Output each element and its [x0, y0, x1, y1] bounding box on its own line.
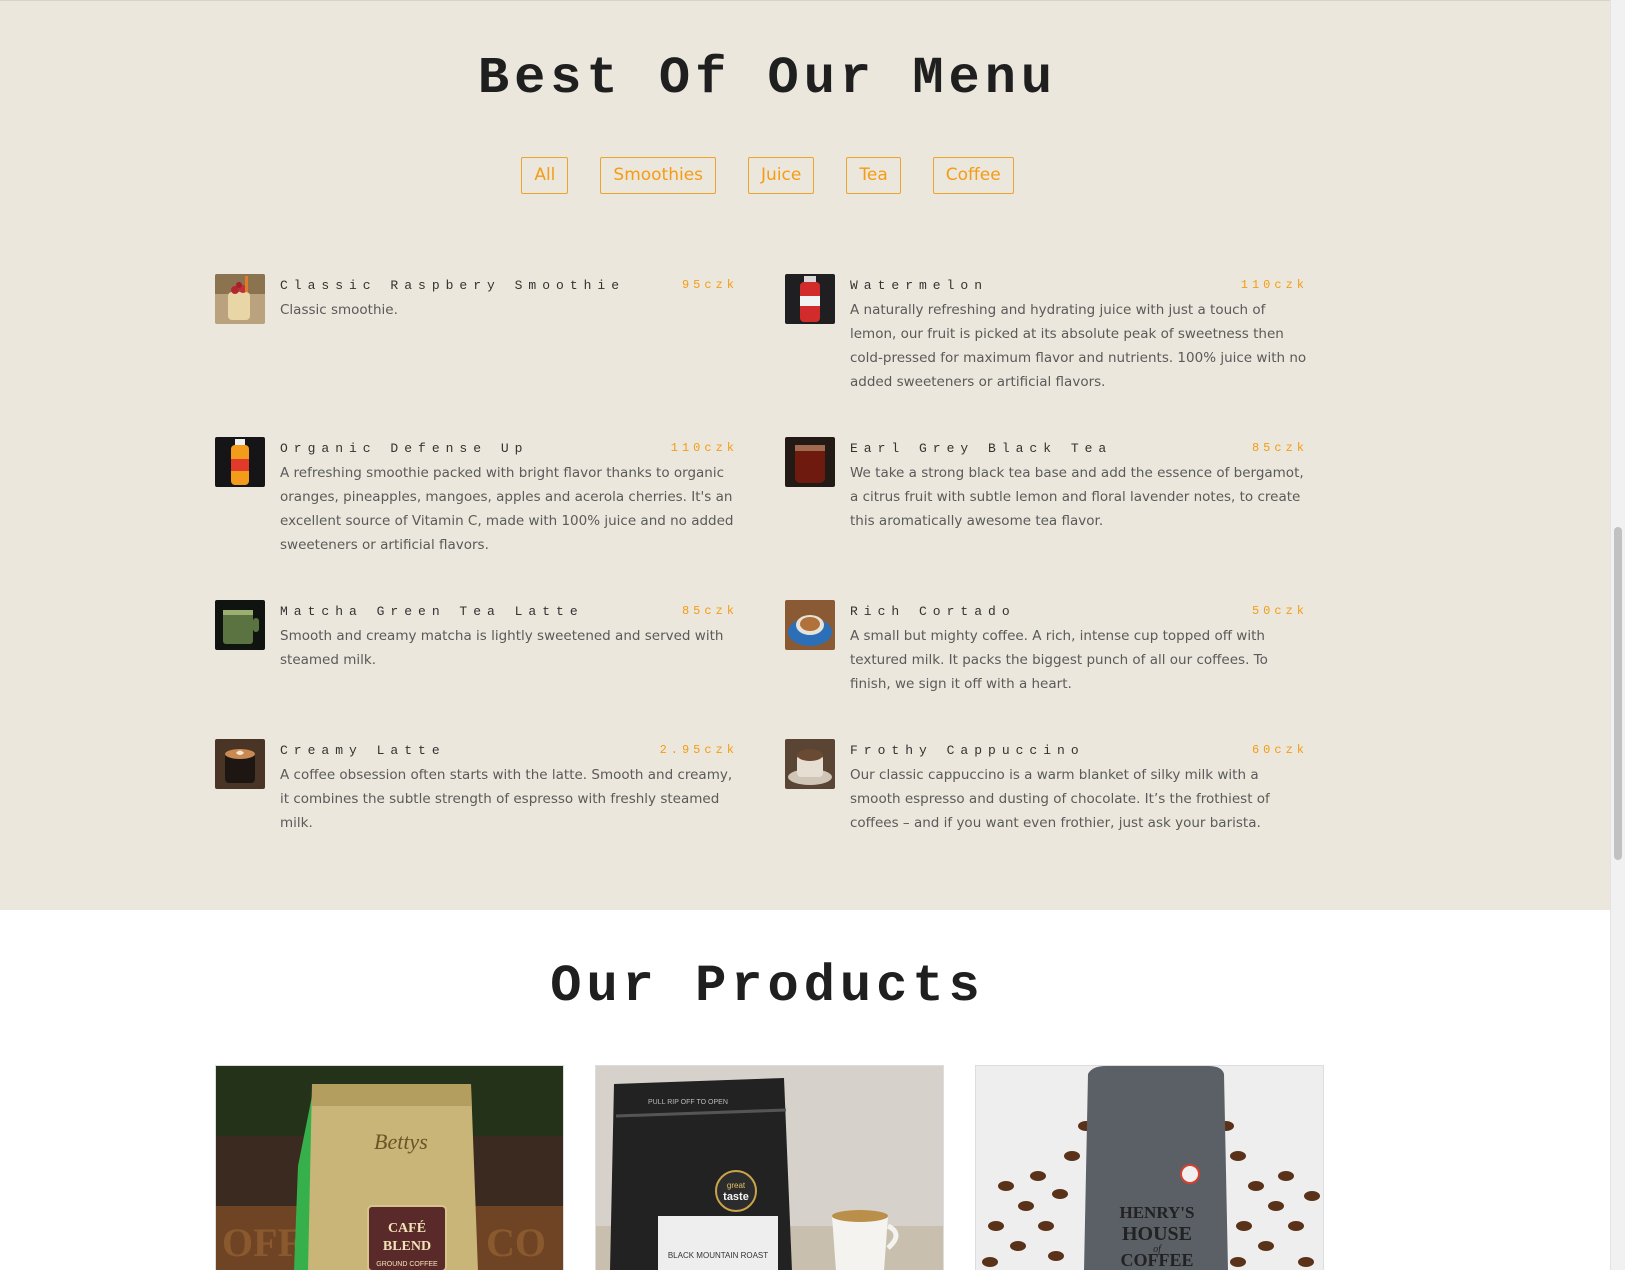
smoothie-thumbnail [215, 274, 265, 324]
menu-item-price: 95czk [681, 278, 738, 292]
menu-item-price: 60czk [1251, 743, 1308, 757]
product-label-text: PULL RIP OFF TO OPEN [648, 1099, 728, 1106]
menu-item-name: Earl Grey Black Tea [850, 441, 1113, 456]
menu-item-description: Our classic cappuccino is a warm blanket… [850, 767, 1270, 831]
product-card[interactable]: PULL RIP OFF TO OPEN great taste BLACK M… [595, 1065, 944, 1270]
menu-item-name: Classic Raspbery Smoothie [280, 278, 626, 293]
menu-item-price: 85czk [681, 604, 738, 618]
coffee-bag-image: OFFE CO Bettys CAFÉ BLEND GROUND COFFEE [216, 1066, 563, 1270]
product-label-text: CAFÉ [388, 1219, 426, 1236]
menu-item-name: Rich Cortado [850, 604, 1016, 619]
menu-item-description: Classic smoothie. [280, 302, 398, 318]
product-brand-text: Bettys [374, 1129, 428, 1154]
product-label-text: GROUND COFFEE [376, 1261, 438, 1268]
menu-item-description: Smooth and creamy matcha is lightly swee… [280, 628, 724, 668]
menu-item-name: Organic Defense Up [280, 441, 529, 456]
product-card[interactable]: HENRY'S HOUSE of COFFEE [975, 1065, 1324, 1270]
menu-item-name: Matcha Green Tea Latte [280, 604, 584, 619]
scrollbar-thumb[interactable] [1614, 527, 1622, 860]
menu-title: Best Of Our Menu [477, 49, 1058, 108]
menu-filter-bar: All Smoothies Juice Tea Coffee [0, 157, 1535, 194]
filter-coffee-button[interactable]: Coffee [932, 157, 1014, 194]
menu-item-description: A small but mighty coffee. A rich, inten… [850, 628, 1268, 692]
menu-item-name: Creamy Latte [280, 743, 446, 758]
filter-juice-button[interactable]: Juice [748, 157, 815, 194]
filter-tea-button[interactable]: Tea [846, 157, 901, 194]
product-label-text: BLACK MOUNTAIN ROAST [668, 1251, 768, 1260]
menu-item-name: Frothy Cappuccino [850, 743, 1085, 758]
product-label-text: COFFEE [1120, 1250, 1193, 1270]
menu-item-price: 2.95czk [659, 743, 738, 757]
menu-item-price: 85czk [1251, 441, 1308, 455]
cappuccino-cup-thumbnail [785, 739, 835, 789]
product-badge-text: taste [723, 1191, 749, 1203]
coffee-bag-image: PULL RIP OFF TO OPEN great taste BLACK M… [596, 1066, 943, 1270]
menu-item-price: 110czk [1240, 278, 1308, 292]
menu-section: Best Of Our Menu All Smoothies Juice Tea… [0, 0, 1610, 910]
product-label-text: BLEND [383, 1239, 431, 1254]
menu-item-price: 50czk [1251, 604, 1308, 618]
filter-smoothies-button[interactable]: Smoothies [600, 157, 717, 194]
filter-all-button[interactable]: All [521, 157, 569, 194]
menu-item-price: 110czk [670, 441, 738, 455]
juice-bottle-thumbnail [785, 274, 835, 324]
products-title: Our Products [550, 957, 985, 1016]
juice-bottle-thumbnail [215, 437, 265, 487]
svg-text:CO: CO [486, 1220, 546, 1265]
product-badge-text: great [727, 1181, 746, 1190]
cortado-cup-thumbnail [785, 600, 835, 650]
menu-item-description: A refreshing smoothie packed with bright… [280, 465, 734, 553]
product-label-text: HENRY'S [1120, 1203, 1195, 1222]
menu-item-description: We take a strong black tea base and add … [850, 465, 1304, 529]
menu-item-name: Watermelon [850, 278, 989, 293]
menu-item-description: A coffee obsession often starts with the… [280, 767, 733, 831]
product-card[interactable]: OFFE CO Bettys CAFÉ BLEND GROUND COFFEE [215, 1065, 564, 1270]
matcha-cup-thumbnail [215, 600, 265, 650]
menu-item-description: A naturally refreshing and hydrating jui… [850, 302, 1307, 390]
tea-glass-thumbnail [785, 437, 835, 487]
coffee-bag-image: HENRY'S HOUSE of COFFEE [976, 1066, 1323, 1270]
product-label-text: HOUSE [1122, 1223, 1192, 1245]
page-scrollbar[interactable] [1610, 0, 1625, 1270]
latte-cup-thumbnail [215, 739, 265, 789]
